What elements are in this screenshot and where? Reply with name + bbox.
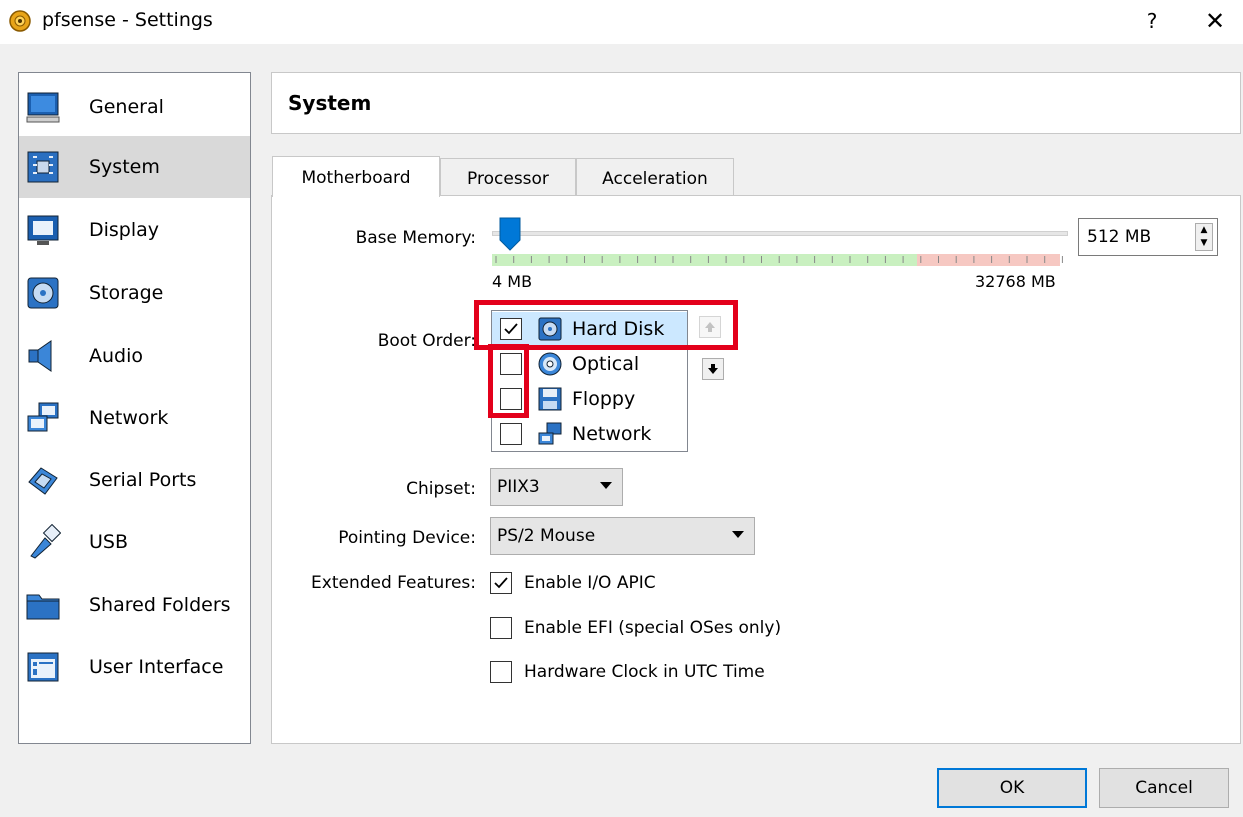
serial-ports-icon: [28, 467, 58, 495]
page-header: System: [271, 72, 1241, 134]
slider-tick-marks: [495, 256, 1063, 263]
sidebar-item-label: System: [89, 156, 160, 178]
boot-order-label: Boot Order:: [377, 331, 476, 351]
feature-label: Hardware Clock in UTC Time: [524, 662, 765, 682]
pointing-device-label: Pointing Device:: [338, 528, 476, 548]
base-memory-slider-thumb[interactable]: [499, 217, 521, 251]
optical-disc-icon: [538, 352, 562, 376]
sidebar-item-label: Network: [89, 407, 169, 429]
chevron-down-icon: [732, 531, 744, 538]
sidebar-item-label: Shared Folders: [89, 594, 231, 616]
memory-min-label: 4 MB: [492, 272, 533, 291]
boot-item-label: Optical: [572, 353, 640, 375]
efi-checkbox[interactable]: [490, 617, 512, 639]
settings-category-list: General System Display Storage Audio Net…: [18, 72, 251, 744]
close-button[interactable]: ✕: [1200, 6, 1230, 36]
sidebar-item-label: User Interface: [89, 656, 224, 678]
cancel-button[interactable]: Cancel: [1099, 768, 1229, 808]
utc-clock-checkbox[interactable]: [490, 661, 512, 683]
system-icon: [27, 151, 59, 183]
boot-network-checkbox[interactable]: [500, 423, 522, 445]
virtualbox-gear-icon: [9, 10, 31, 32]
tab-processor[interactable]: Processor: [440, 158, 576, 195]
base-memory-value: 512 MB: [1087, 227, 1152, 247]
sidebar-item-label: Serial Ports: [89, 469, 197, 491]
sidebar-item-label: USB: [89, 531, 129, 553]
sidebar-item-label: Audio: [89, 345, 144, 367]
storage-icon: [27, 277, 59, 309]
sidebar-item-serial-ports[interactable]: Serial Ports: [19, 449, 250, 511]
feature-label: Enable EFI (special OSes only): [524, 618, 782, 638]
sidebar-item-label: General: [89, 96, 164, 118]
sidebar-item-storage[interactable]: Storage: [19, 262, 250, 324]
highlight-unchecked-boxes: [488, 344, 529, 418]
memory-max-label: 32768 MB: [975, 272, 1056, 291]
move-down-button[interactable]: [702, 358, 724, 380]
sidebar-item-network[interactable]: Network: [19, 387, 250, 449]
page-title: System: [288, 91, 372, 115]
audio-icon: [28, 340, 52, 372]
title-bar: pfsense - Settings ? ✕: [0, 0, 1243, 44]
usb-icon: [30, 524, 61, 559]
shared-folders-icon: [26, 594, 60, 620]
sidebar-item-display[interactable]: Display: [19, 199, 250, 261]
chipset-label: Chipset:: [406, 479, 476, 499]
chipset-value: PIIX3: [497, 477, 540, 497]
pointing-device-value: PS/2 Mouse: [497, 526, 596, 546]
network-icon: [538, 422, 562, 445]
sidebar-item-audio[interactable]: Audio: [19, 325, 250, 387]
sidebar-item-label: Display: [89, 219, 160, 241]
boot-item-label: Network: [572, 423, 652, 445]
floppy-icon: [538, 387, 562, 411]
sidebar-item-usb[interactable]: USB: [19, 511, 250, 573]
network-icon: [27, 402, 59, 432]
highlight-up-arrow: [683, 300, 738, 350]
sidebar-item-system[interactable]: System: [19, 136, 250, 198]
sidebar-item-user-interface[interactable]: User Interface: [19, 636, 250, 698]
chevron-down-icon: [600, 482, 612, 489]
extended-features-label: Extended Features:: [311, 573, 476, 593]
window-title: pfsense - Settings: [42, 9, 213, 31]
sidebar-item-general[interactable]: General: [19, 76, 250, 138]
boot-item-label: Floppy: [572, 388, 636, 410]
pointing-device-select[interactable]: PS/2 Mouse: [490, 517, 755, 555]
io-apic-checkbox[interactable]: [490, 572, 512, 594]
sidebar-item-label: Storage: [89, 282, 164, 304]
tab-motherboard[interactable]: Motherboard: [272, 156, 440, 197]
ok-button[interactable]: OK: [937, 768, 1087, 808]
help-button[interactable]: ?: [1142, 6, 1162, 36]
tab-acceleration[interactable]: Acceleration: [576, 158, 734, 195]
sidebar-item-shared-folders[interactable]: Shared Folders: [19, 574, 250, 636]
display-icon: [27, 215, 59, 245]
base-memory-label: Base Memory:: [355, 228, 476, 248]
feature-label: Enable I/O APIC: [524, 573, 656, 593]
base-memory-slider-track[interactable]: [492, 231, 1068, 236]
spin-arrows[interactable]: ▲ ▼: [1195, 223, 1213, 251]
general-icon: [26, 92, 60, 123]
base-memory-spinbox[interactable]: 512 MB ▲ ▼: [1078, 218, 1218, 256]
chipset-select[interactable]: PIIX3: [490, 468, 623, 506]
user-interface-icon: [27, 652, 59, 682]
boot-item-network[interactable]: Network: [492, 417, 687, 452]
